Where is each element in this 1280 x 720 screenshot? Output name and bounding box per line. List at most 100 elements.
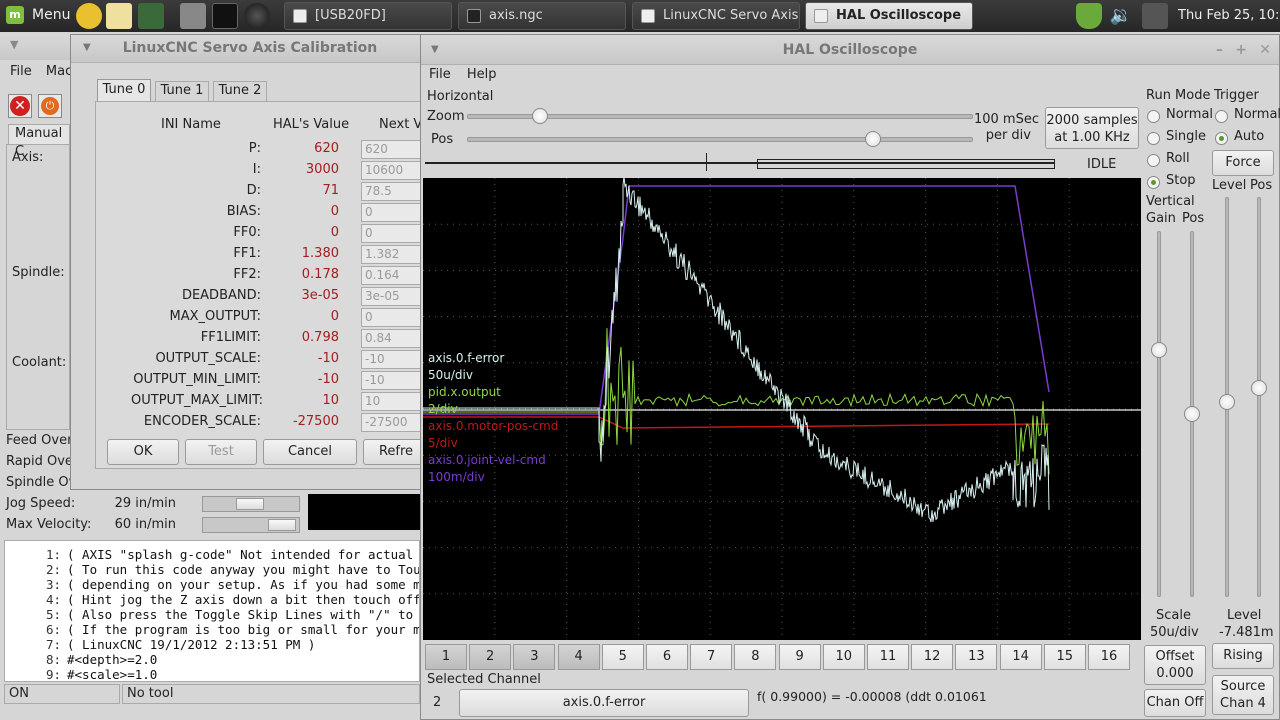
gain-slider[interactable] (1151, 231, 1167, 597)
tab-tune-1[interactable]: Tune 1 (155, 81, 209, 101)
maximize-icon[interactable]: + (1235, 35, 1247, 65)
text-editor-launcher-icon[interactable] (106, 3, 132, 29)
menu-button[interactable]: m Menu (4, 4, 70, 28)
max-velocity-slider-thumb[interactable] (267, 519, 296, 531)
channel-button-16[interactable]: 16 (1088, 644, 1130, 670)
gain-slider-knob[interactable] (1151, 342, 1167, 358)
gcode-line[interactable]: 6: ( If the program is too big or small f… (13, 622, 419, 637)
jog-speed-slider-thumb[interactable] (235, 498, 264, 510)
channel-button-15[interactable]: 15 (1043, 644, 1086, 670)
task-hal-oscilloscope[interactable]: HAL Oscilloscope (805, 2, 973, 30)
close-icon[interactable]: ✕ (1259, 35, 1271, 65)
gcode-line[interactable]: 7: ( LinuxCNC 19/1/2012 2:13:51 PM ) (13, 637, 315, 652)
manual-control-tab[interactable]: Manual C (8, 124, 70, 159)
estop-button[interactable]: ✕ (8, 94, 32, 118)
tab-tune-0[interactable]: Tune 0 (97, 79, 151, 101)
vertical-pos-slider[interactable] (1184, 231, 1200, 597)
clock[interactable]: Thu Feb 25, 10:14 (1178, 8, 1280, 23)
hal-value: -10 (317, 372, 339, 387)
minimize-icon[interactable]: – (1216, 35, 1223, 65)
terminal-launcher-icon[interactable] (138, 3, 164, 29)
console-launcher-icon[interactable] (212, 3, 238, 29)
tux-launcher-icon[interactable] (76, 3, 102, 29)
gcode-line[interactable]: 4: ( Hint jog the Z axis down a bit then … (13, 592, 419, 607)
channel-button-1[interactable]: 1 (425, 644, 467, 670)
vertical-pos-slider-knob[interactable] (1184, 406, 1200, 422)
run-mode-label-single: Single (1166, 129, 1206, 144)
test-button[interactable]: Test (185, 439, 257, 465)
scope-display[interactable]: axis.0.f-error 50u/div pid.x.output 2/div ax… (423, 178, 1141, 640)
channel-button-14[interactable]: 14 (999, 644, 1042, 670)
channel-button-4[interactable]: 4 (557, 644, 600, 670)
gcode-line[interactable]: 9: #<scale>=1.0 (13, 667, 157, 681)
channel-button-11[interactable]: 11 (867, 644, 909, 670)
task-servo-calibration[interactable]: LinuxCNC Servo Axis ... (632, 2, 800, 30)
zoom-slider-knob[interactable] (531, 108, 548, 124)
trigger-pos-slider[interactable] (1251, 197, 1267, 597)
feed-override-label: Feed Overr (6, 433, 78, 448)
channel-button-2[interactable]: 2 (469, 644, 512, 670)
volume-icon[interactable]: 🔉 (1108, 3, 1134, 29)
network-offline-icon[interactable] (1142, 3, 1168, 29)
run-mode-radio-stop[interactable] (1147, 176, 1160, 189)
scope-menubar: File Help (429, 67, 497, 82)
tab-tune-2[interactable]: Tune 2 (213, 81, 267, 101)
task-usb20fd[interactable]: [USB20FD] (284, 2, 452, 30)
trigger-level-slider-knob[interactable] (1219, 394, 1235, 410)
scope-menu-file[interactable]: File (429, 67, 451, 82)
gcode-line[interactable]: 5: ( Also press the Toggle Skip Lines wit… (13, 607, 419, 622)
gcode-line[interactable]: 3: ( depending on your setup. As if you h… (13, 577, 419, 592)
jog-speed-slider[interactable] (202, 496, 300, 512)
run-mode-label-roll: Roll (1166, 151, 1190, 166)
selected-channel-name-button[interactable]: axis.0.f-error (459, 689, 749, 717)
ok-button[interactable]: OK (107, 439, 179, 465)
samples-button[interactable]: 2000 samples at 1.00 KHz (1045, 107, 1139, 149)
cancel-button[interactable]: Cancel (263, 439, 357, 465)
calibration-title: LinuxCNC Servo Axis Calibration (122, 40, 378, 56)
task-axis-ngc[interactable]: axis.ngc (458, 2, 626, 30)
max-velocity-slider[interactable] (202, 517, 300, 533)
window-menu-chevron-icon[interactable]: ▼ (83, 35, 91, 61)
trigger-radio-auto[interactable] (1215, 132, 1228, 145)
gcode-line[interactable]: 8: #<depth>=2.0 (13, 652, 157, 667)
pos-slider-knob[interactable] (864, 131, 881, 147)
pos-slider[interactable] (467, 131, 973, 147)
run-mode-radio-roll[interactable] (1147, 154, 1160, 167)
channel-button-3[interactable]: 3 (513, 644, 556, 670)
window-menu-chevron-icon[interactable]: ▼ (10, 38, 18, 51)
trigger-radio-normal[interactable] (1215, 110, 1228, 123)
hal-value: 0 (330, 225, 339, 240)
run-mode-radio-normal[interactable] (1147, 110, 1160, 123)
offset-button[interactable]: Offset 0.000 (1144, 645, 1206, 685)
preview-area[interactable] (308, 494, 420, 530)
media-launcher-icon[interactable] (244, 3, 270, 29)
files-launcher-icon[interactable] (180, 3, 206, 29)
power-button[interactable]: ⏻ (38, 94, 62, 118)
gcode-line[interactable]: 2: ( To run this code anyway you might ha… (13, 562, 419, 577)
gcode-line-number: 5: (45, 607, 61, 622)
force-button[interactable]: Force (1212, 150, 1274, 176)
scope-menu-help[interactable]: Help (467, 67, 497, 82)
gcode-listing[interactable]: 1: ( AXIS "splash g-code" Not intended fo… (4, 540, 420, 682)
run-mode-radio-single[interactable] (1147, 132, 1160, 145)
zoom-slider[interactable] (467, 108, 973, 124)
gcode-line[interactable]: 1: ( AXIS "splash g-code" Not intended fo… (13, 547, 419, 562)
shield-check-icon[interactable] (1076, 3, 1102, 29)
window-menu-chevron-icon[interactable]: ▼ (431, 35, 439, 65)
channel-button-6[interactable]: 6 (646, 644, 688, 670)
trigger-edge-button[interactable]: Rising (1212, 643, 1274, 669)
channel-button-13[interactable]: 13 (955, 644, 998, 670)
trigger-level-slider[interactable] (1219, 197, 1235, 597)
chan-off-button[interactable]: Chan Off (1144, 689, 1206, 717)
channel-button-9[interactable]: 9 (778, 644, 821, 670)
channel-button-8[interactable]: 8 (734, 644, 777, 670)
channel-button-5[interactable]: 5 (601, 644, 644, 670)
trigger-pos-slider-knob[interactable] (1251, 380, 1267, 396)
run-mode-label-normal: Normal (1166, 107, 1214, 122)
trigger-source-button[interactable]: Source Chan 4 (1212, 675, 1274, 715)
channel-button-7[interactable]: 7 (690, 644, 733, 670)
axis-menu-file[interactable]: File (10, 64, 32, 79)
gcode-line-number: 4: (45, 592, 61, 607)
channel-button-12[interactable]: 12 (911, 644, 954, 670)
channel-button-10[interactable]: 10 (822, 644, 865, 670)
